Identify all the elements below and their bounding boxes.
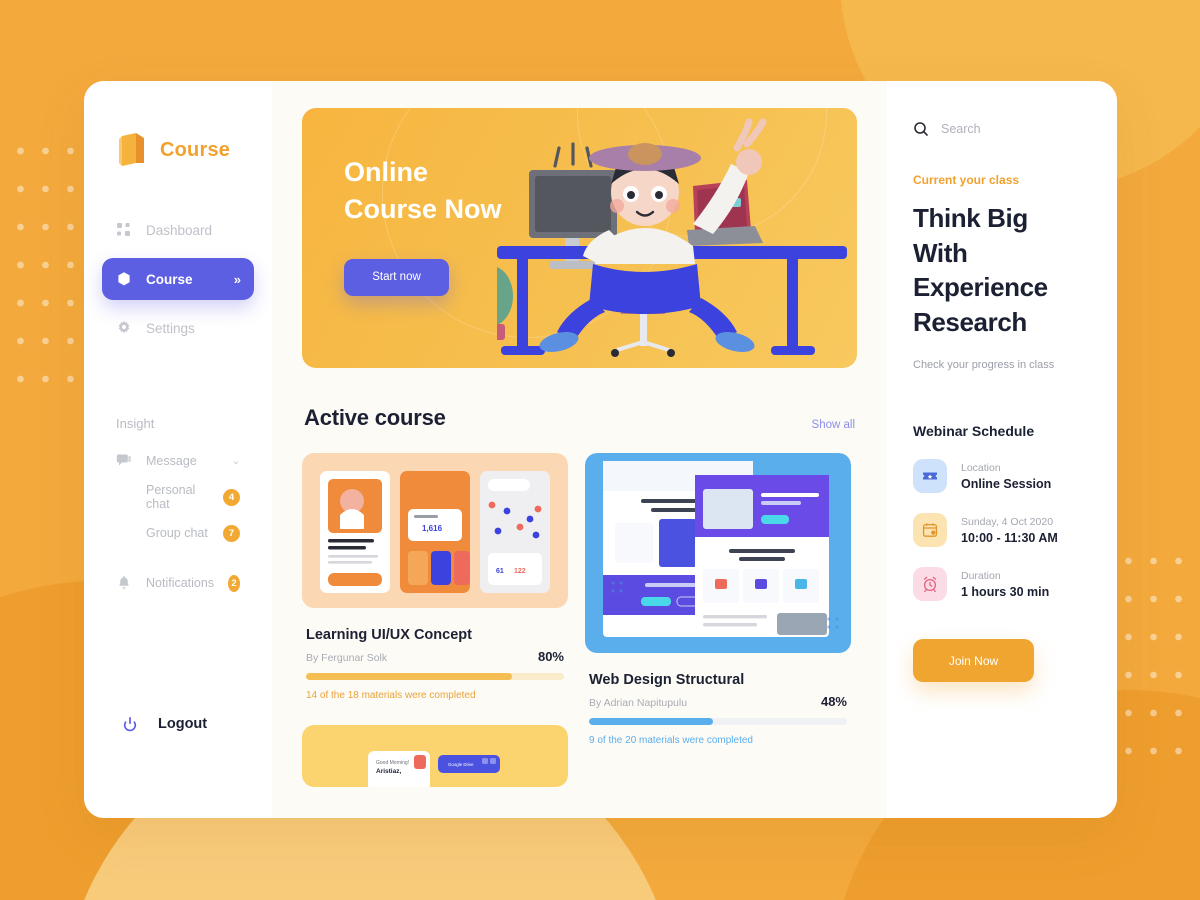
course-meta: By Fergunar Solk 80% <box>306 649 564 664</box>
current-class-title: Think Big With Experience Research <box>913 203 1048 337</box>
logout-button[interactable]: Logout <box>84 716 272 732</box>
schedule-item-text: Sunday, 4 Oct 2020 10:00 - 11:30 AM <box>961 516 1058 545</box>
schedule-item-date: Sunday, 4 Oct 2020 10:00 - 11:30 AM <box>913 513 1089 548</box>
chat-icon <box>116 453 132 469</box>
sidebar-item-label: Course <box>146 271 193 287</box>
chevron-down-icon: ⌄ <box>231 455 240 467</box>
course-card-3[interactable]: Good Morning! Aristiaz, Google Drive <box>302 725 568 787</box>
insight-section-label: Insight <box>116 416 155 431</box>
course-card-1[interactable]: 1,616 61 122 <box>302 453 568 613</box>
progress-bar <box>306 673 564 680</box>
badge-count: 7 <box>223 524 240 542</box>
sidebar-item-dashboard[interactable]: Dashboard <box>102 209 254 251</box>
schedule-item-text: Location Online Session <box>961 462 1051 491</box>
bell-icon <box>116 575 132 591</box>
sidebar-item-label: Notifications <box>146 576 215 590</box>
course-meta: By Adrian Napitupulu 48% <box>589 694 847 709</box>
web-design-mockup-thumbnail <box>585 453 851 653</box>
decor-dot-grid-left <box>8 132 84 412</box>
alarm-clock-icon <box>913 567 947 602</box>
current-class-subtitle: Check your progress in class <box>913 359 1055 372</box>
sidebar-item-label: Message <box>146 454 197 468</box>
ticket-icon <box>913 459 947 494</box>
dashboard-mockup-thumbnail: Good Morning! Aristiaz, Google Drive <box>302 725 568 787</box>
show-all-link[interactable]: Show all <box>812 419 855 431</box>
calendar-icon <box>913 513 947 548</box>
course-title: Web Design Structural <box>589 672 745 688</box>
badge-count: 4 <box>223 488 240 506</box>
main-content: Online Course Now Start now Active cours… <box>272 81 887 818</box>
schedule-value: Online Session <box>961 476 1052 491</box>
brand: Course <box>84 121 272 179</box>
sidebar-item-label: Settings <box>146 320 195 336</box>
svg-text:1,616: 1,616 <box>422 524 443 533</box>
hero-banner: Online Course Now Start now <box>302 108 857 368</box>
badge-count: 2 <box>228 574 240 592</box>
course-column-right: Web Design Structural By Adrian Napitupu… <box>585 453 851 787</box>
brand-name: Course <box>160 138 231 161</box>
course-column-left: 1,616 61 122 Learning UI/UX Concept By F… <box>302 453 568 787</box>
svg-text:Good Morning!: Good Morning! <box>376 760 409 766</box>
schedule-label: Duration <box>961 569 1001 582</box>
svg-text:122: 122 <box>514 568 526 575</box>
schedule-value: 10:00 - 11:30 AM <box>961 530 1058 545</box>
schedule-value: 1 hours 30 min <box>961 584 1050 599</box>
book-icon <box>116 132 150 168</box>
join-now-button[interactable]: Join Now <box>913 639 1034 683</box>
schedule-item-location: Location Online Session <box>913 459 1089 494</box>
schedule-label: Sunday, 4 Oct 2020 <box>961 515 1054 528</box>
schedule-item-duration: Duration 1 hours 30 min <box>913 567 1089 602</box>
search-icon <box>913 121 929 137</box>
current-class-kicker: Current your class <box>913 173 1020 187</box>
sidebar-item-personal-chat[interactable]: Personal chat 4 <box>102 479 254 515</box>
course-author: By Adrian Napitupulu <box>589 697 688 709</box>
start-now-button[interactable]: Start now <box>344 258 449 296</box>
search-input[interactable] <box>941 122 1091 136</box>
gear-icon <box>116 320 132 336</box>
right-panel: Current your class Think Big With Experi… <box>887 81 1117 818</box>
svg-text:61: 61 <box>496 568 504 575</box>
svg-text:Google Drive: Google Drive <box>448 762 474 767</box>
power-icon <box>122 716 138 732</box>
sidebar-item-label: Dashboard <box>146 222 213 238</box>
insight-list: Message ⌄ Personal chat 4 Group chat 7 N… <box>84 443 272 601</box>
course-grid: 1,616 61 122 Learning UI/UX Concept By F… <box>302 453 857 787</box>
course-title: Learning UI/UX Concept <box>306 627 472 643</box>
app-window: Course Dashboard Course » Settings Insig… <box>84 81 1117 818</box>
svg-text:Aristiaz,: Aristiaz, <box>376 768 401 775</box>
hero-title: Online Course Now <box>344 157 502 225</box>
grid-icon <box>116 222 132 238</box>
page-title: Active course <box>304 405 446 430</box>
logout-label: Logout <box>158 716 208 732</box>
active-course-header: Active course Show all <box>304 405 855 431</box>
search-bar[interactable] <box>913 121 1091 137</box>
sidebar-item-message[interactable]: Message ⌄ <box>102 443 254 479</box>
schedule-item-text: Duration 1 hours 30 min <box>961 570 1049 599</box>
webinar-schedule-title: Webinar Schedule <box>913 423 1035 440</box>
chevron-double-right-icon: » <box>233 271 241 287</box>
sidebar-item-label: Group chat <box>146 526 208 540</box>
sidebar-item-notifications[interactable]: Notifications 2 <box>102 565 254 601</box>
sidebar-item-settings[interactable]: Settings <box>102 307 254 349</box>
schedule-label: Location <box>961 461 1001 474</box>
sidebar: Course Dashboard Course » Settings Insig… <box>84 81 272 818</box>
sidebar-nav: Dashboard Course » Settings <box>84 209 272 356</box>
course-card-2[interactable] <box>585 453 851 658</box>
decor-dot-grid-right <box>1116 542 1194 772</box>
sidebar-item-course[interactable]: Course » <box>102 258 254 300</box>
course-progress-note: 9 of the 20 materials were completed <box>589 735 753 746</box>
progress-fill <box>589 718 713 725</box>
mobile-app-mockup-thumbnail: 1,616 61 122 <box>302 453 568 608</box>
progress-bar <box>589 718 847 725</box>
course-progress-note: 14 of the 18 materials were completed <box>306 690 476 701</box>
course-percent: 80% <box>537 649 564 664</box>
hexagon-icon <box>116 271 132 287</box>
sidebar-item-label: Personal chat <box>146 483 196 511</box>
progress-fill <box>306 673 513 680</box>
course-author: By Fergunar Solk <box>306 652 388 664</box>
course-percent: 48% <box>820 694 847 709</box>
sidebar-item-group-chat[interactable]: Group chat 7 <box>102 515 254 551</box>
